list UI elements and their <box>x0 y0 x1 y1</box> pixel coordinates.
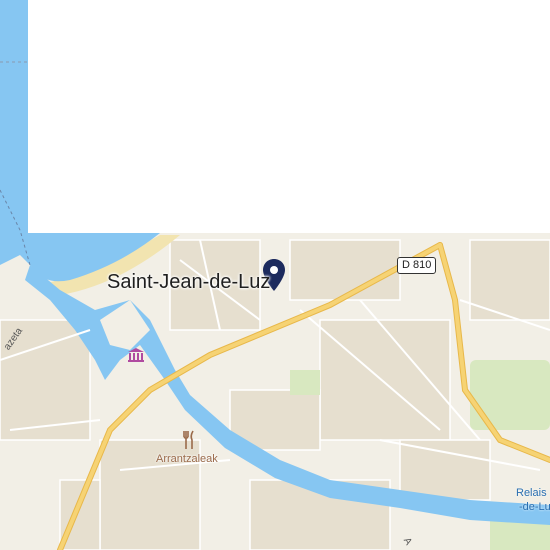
blank-overlay-panel <box>28 0 550 233</box>
relais-label-line2[interactable]: -de-Luz <box>519 501 550 513</box>
restaurant-icon[interactable] <box>181 430 197 450</box>
road-shield-d810: D 810 <box>397 257 437 274</box>
museum-icon[interactable] <box>127 347 145 363</box>
restaurant-label[interactable]: Arrantzaleak <box>156 453 218 465</box>
relais-label-line1[interactable]: Relais <box>516 487 547 499</box>
city-label[interactable]: Saint-Jean-de-Luz <box>107 271 270 294</box>
map-view[interactable]: Saint-Jean-de-Luz D 810 Arrantzaleak Rel… <box>0 0 550 550</box>
